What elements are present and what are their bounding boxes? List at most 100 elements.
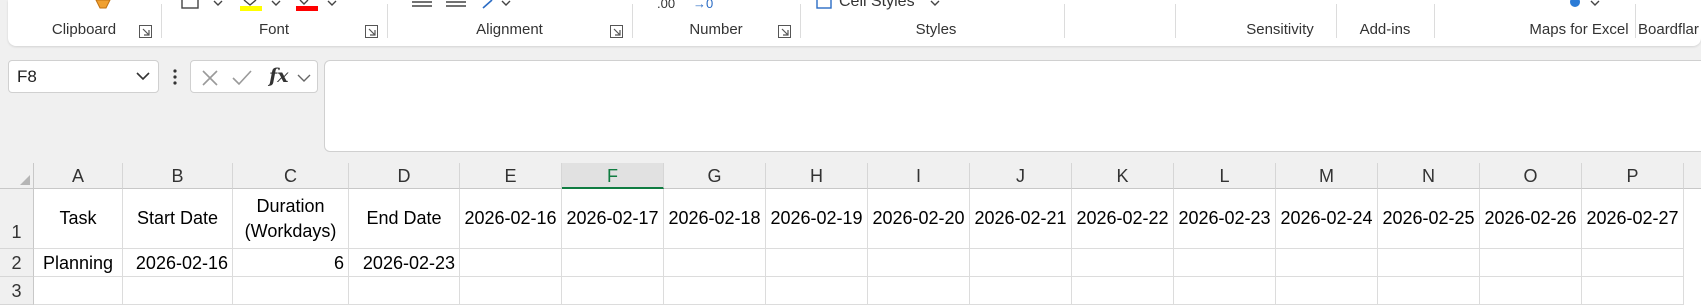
row-header-2[interactable]: 2 bbox=[0, 249, 34, 277]
cell-a2[interactable]: Planning bbox=[34, 249, 123, 277]
row-header-3[interactable]: 3 bbox=[0, 277, 34, 305]
cell-k3[interactable] bbox=[1072, 277, 1174, 305]
chevron-down-icon[interactable] bbox=[326, 0, 338, 10]
cell-e1[interactable]: 2026-02-16 bbox=[460, 189, 562, 249]
cell-c2[interactable]: 6 bbox=[233, 249, 349, 277]
cell-g2[interactable] bbox=[664, 249, 766, 277]
maps-group-label: Maps for Excel bbox=[1529, 21, 1629, 38]
cell-g3[interactable] bbox=[664, 277, 766, 305]
cell-c3[interactable] bbox=[233, 277, 349, 305]
formula-input[interactable] bbox=[324, 60, 1701, 152]
cell-l1[interactable]: 2026-02-23 bbox=[1174, 189, 1276, 249]
cell-n1[interactable]: 2026-02-25 bbox=[1378, 189, 1480, 249]
cell-d3[interactable] bbox=[349, 277, 460, 305]
cell-b1[interactable]: Start Date bbox=[123, 189, 233, 249]
cell-a3[interactable] bbox=[34, 277, 123, 305]
column-header-p[interactable]: P bbox=[1582, 163, 1684, 189]
dialog-launcher-icon[interactable] bbox=[365, 25, 378, 38]
cell-h2[interactable] bbox=[766, 249, 868, 277]
cell-l3[interactable] bbox=[1174, 277, 1276, 305]
select-all-button[interactable] bbox=[0, 163, 34, 189]
cell-p1[interactable]: 2026-02-27 bbox=[1582, 189, 1684, 249]
cell-a1[interactable]: Task bbox=[34, 189, 123, 249]
cell-n3[interactable] bbox=[1378, 277, 1480, 305]
x-icon[interactable] bbox=[201, 69, 219, 87]
maps-icon[interactable] bbox=[1567, 0, 1607, 10]
column-header-a[interactable]: A bbox=[34, 163, 123, 189]
more-options-icon[interactable] bbox=[168, 66, 182, 88]
chevron-down-icon[interactable] bbox=[270, 0, 282, 10]
cell-o1[interactable]: 2026-02-26 bbox=[1480, 189, 1582, 249]
cell-j1[interactable]: 2026-02-21 bbox=[970, 189, 1072, 249]
cell-g1[interactable]: 2026-02-18 bbox=[664, 189, 766, 249]
cell-e3[interactable] bbox=[460, 277, 562, 305]
column-header-i[interactable]: I bbox=[868, 163, 970, 189]
column-header-b[interactable]: B bbox=[123, 163, 233, 189]
cell-m2[interactable] bbox=[1276, 249, 1378, 277]
cell-i3[interactable] bbox=[868, 277, 970, 305]
font-color-icon[interactable] bbox=[294, 0, 320, 12]
cell-p3[interactable] bbox=[1582, 277, 1684, 305]
cell-d1[interactable]: End Date bbox=[349, 189, 460, 249]
column-header-l[interactable]: L bbox=[1174, 163, 1276, 189]
cell-i1[interactable]: 2026-02-20 bbox=[868, 189, 970, 249]
name-box[interactable]: F8 bbox=[8, 60, 159, 93]
cell-h3[interactable] bbox=[766, 277, 868, 305]
cell-l2[interactable] bbox=[1174, 249, 1276, 277]
column-header-n[interactable]: N bbox=[1378, 163, 1480, 189]
cell-m1[interactable]: 2026-02-24 bbox=[1276, 189, 1378, 249]
row-header-1[interactable]: 1 bbox=[0, 189, 34, 249]
orientation-icon[interactable] bbox=[480, 0, 514, 10]
cell-k1[interactable]: 2026-02-22 bbox=[1072, 189, 1174, 249]
chevron-down-icon[interactable] bbox=[212, 0, 224, 10]
cell-styles-button[interactable]: Cell Styles bbox=[839, 0, 915, 11]
addins-group-label: Add-ins bbox=[1359, 21, 1411, 38]
column-header-g[interactable]: G bbox=[664, 163, 766, 189]
dialog-launcher-icon[interactable] bbox=[139, 25, 152, 38]
column-header-c[interactable]: C bbox=[233, 163, 349, 189]
clipboard-group: Clipboard bbox=[8, 0, 160, 46]
cell-c1[interactable]: Duration (Workdays) bbox=[233, 189, 349, 249]
column-header-m[interactable]: M bbox=[1276, 163, 1378, 189]
borders-icon[interactable] bbox=[180, 0, 202, 10]
cell-b3[interactable] bbox=[123, 277, 233, 305]
column-header-e[interactable]: E bbox=[460, 163, 562, 189]
column-header-o[interactable]: O bbox=[1480, 163, 1582, 189]
cell-e2[interactable] bbox=[460, 249, 562, 277]
cell-styles-icon[interactable] bbox=[815, 0, 835, 10]
dialog-launcher-icon[interactable] bbox=[778, 25, 791, 38]
column-header-f[interactable]: F bbox=[562, 163, 664, 189]
cell-b2[interactable]: 2026-02-16 bbox=[123, 249, 233, 277]
cell-f2[interactable] bbox=[562, 249, 664, 277]
increase-indent-icon[interactable] bbox=[444, 0, 468, 8]
cell-j3[interactable] bbox=[970, 277, 1072, 305]
column-header-h[interactable]: H bbox=[766, 163, 868, 189]
decrease-decimal-icon[interactable]: →0 bbox=[693, 0, 713, 11]
chevron-down-icon[interactable] bbox=[929, 0, 941, 8]
chevron-down-icon[interactable] bbox=[136, 71, 150, 81]
cell-k2[interactable] bbox=[1072, 249, 1174, 277]
clipboard-group-label: Clipboard bbox=[51, 21, 117, 38]
cell-m3[interactable] bbox=[1276, 277, 1378, 305]
column-header-d[interactable]: D bbox=[349, 163, 460, 189]
increase-decimal-icon[interactable]: .00 bbox=[657, 0, 675, 11]
cell-j2[interactable] bbox=[970, 249, 1072, 277]
cell-p2[interactable] bbox=[1582, 249, 1684, 277]
decrease-indent-icon[interactable] bbox=[410, 0, 434, 8]
cell-i2[interactable] bbox=[868, 249, 970, 277]
cell-d2[interactable]: 2026-02-23 bbox=[349, 249, 460, 277]
cell-h1[interactable]: 2026-02-19 bbox=[766, 189, 868, 249]
fill-color-icon[interactable] bbox=[238, 0, 264, 12]
chevron-down-icon[interactable] bbox=[297, 73, 311, 83]
cell-f1[interactable]: 2026-02-17 bbox=[562, 189, 664, 249]
check-icon[interactable] bbox=[231, 69, 253, 87]
insert-function-button[interactable]: fx bbox=[269, 65, 289, 87]
column-header-j[interactable]: J bbox=[970, 163, 1072, 189]
cell-n2[interactable] bbox=[1378, 249, 1480, 277]
dialog-launcher-icon[interactable] bbox=[610, 25, 623, 38]
cell-o3[interactable] bbox=[1480, 277, 1582, 305]
cell-o2[interactable] bbox=[1480, 249, 1582, 277]
column-header-q[interactable] bbox=[1684, 163, 1701, 189]
cell-f3[interactable] bbox=[562, 277, 664, 305]
column-header-k[interactable]: K bbox=[1072, 163, 1174, 189]
